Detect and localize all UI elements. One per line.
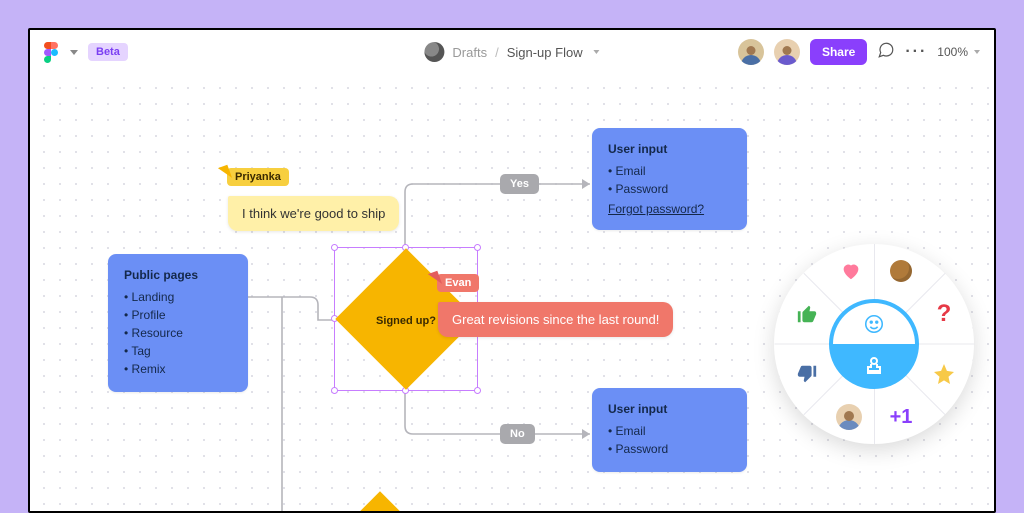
wheel-emote-button[interactable] (833, 303, 915, 344)
reaction-plus-one-icon[interactable]: +1 (886, 402, 916, 432)
list-item: Landing (124, 288, 232, 306)
forgot-password-link: Forgot password? (608, 202, 731, 216)
node-user-input-bottom[interactable]: User input Email Password (592, 388, 747, 472)
node-list: Email Password (608, 422, 731, 458)
node-title: User input (608, 402, 731, 416)
cursor-name-label: Evan (437, 274, 479, 292)
comment-icon[interactable] (877, 41, 895, 64)
node-user-input-top[interactable]: User input Email Password Forgot passwor… (592, 128, 747, 230)
reaction-dot-icon[interactable] (886, 256, 916, 286)
list-item: Tag (124, 342, 232, 360)
edge-label-no[interactable]: No (500, 424, 535, 444)
more-menu-icon[interactable]: ··· (905, 43, 927, 61)
breadcrumb[interactable]: Drafts / Sign-up Flow (424, 42, 599, 62)
list-item: Email (608, 162, 731, 180)
zoom-label: 100% (937, 45, 968, 59)
share-button[interactable]: Share (810, 39, 867, 65)
reaction-star-icon[interactable] (929, 359, 959, 389)
list-item: Resource (124, 324, 232, 342)
chat-bubble-priyanka: I think we're good to ship (228, 196, 399, 231)
reaction-question-icon[interactable]: ? (929, 299, 959, 329)
zoom-level[interactable]: 100% (937, 45, 980, 59)
cursor-priyanka: Priyanka (220, 168, 289, 186)
breadcrumb-folder: Drafts (452, 45, 487, 60)
list-item: Password (608, 180, 731, 198)
reaction-avatar-icon[interactable] (834, 402, 864, 432)
reaction-thumbs-down-icon[interactable] (792, 359, 822, 389)
chevron-down-icon (974, 50, 980, 54)
node-public-pages[interactable]: Public pages Landing Profile Resource Ta… (108, 254, 248, 392)
beta-badge: Beta (88, 43, 128, 61)
chevron-down-icon[interactable] (70, 50, 78, 55)
node-title: User input (608, 142, 731, 156)
chat-bubble-evan: Great revisions since the last round! (438, 302, 673, 337)
canvas[interactable]: Public pages Landing Profile Resource Ta… (30, 74, 994, 511)
decision-label: Signed up? (376, 315, 436, 327)
reaction-heart-icon[interactable] (836, 256, 866, 286)
node-decision-diamond-2[interactable] (309, 491, 450, 513)
reaction-wheel[interactable]: ? +1 (774, 244, 974, 444)
app-window: Beta Drafts / Sign-up Flow Share ··· 100… (28, 28, 996, 513)
reaction-thumbs-up-icon[interactable] (792, 299, 822, 329)
list-item: Profile (124, 306, 232, 324)
team-avatar-icon (424, 42, 444, 62)
breadcrumb-file: Sign-up Flow (507, 45, 583, 60)
node-list: Landing Profile Resource Tag Remix (124, 288, 232, 378)
collaborator-avatar-1[interactable] (738, 39, 764, 65)
list-item: Email (608, 422, 731, 440)
list-item: Remix (124, 360, 232, 378)
edge-label-yes[interactable]: Yes (500, 174, 539, 194)
chevron-down-icon[interactable] (594, 50, 600, 54)
cursor-name-label: Priyanka (227, 168, 289, 186)
toolbar: Beta Drafts / Sign-up Flow Share ··· 100… (30, 30, 994, 74)
node-title: Public pages (124, 268, 232, 282)
collaborator-avatar-2[interactable] (774, 39, 800, 65)
breadcrumb-separator: / (495, 45, 499, 60)
wheel-stamp-button[interactable] (833, 344, 915, 385)
cursor-evan: Evan (430, 274, 479, 292)
node-list: Email Password (608, 162, 731, 198)
figma-logo-icon[interactable] (44, 42, 58, 62)
list-item: Password (608, 440, 731, 458)
wheel-center[interactable] (829, 299, 919, 389)
